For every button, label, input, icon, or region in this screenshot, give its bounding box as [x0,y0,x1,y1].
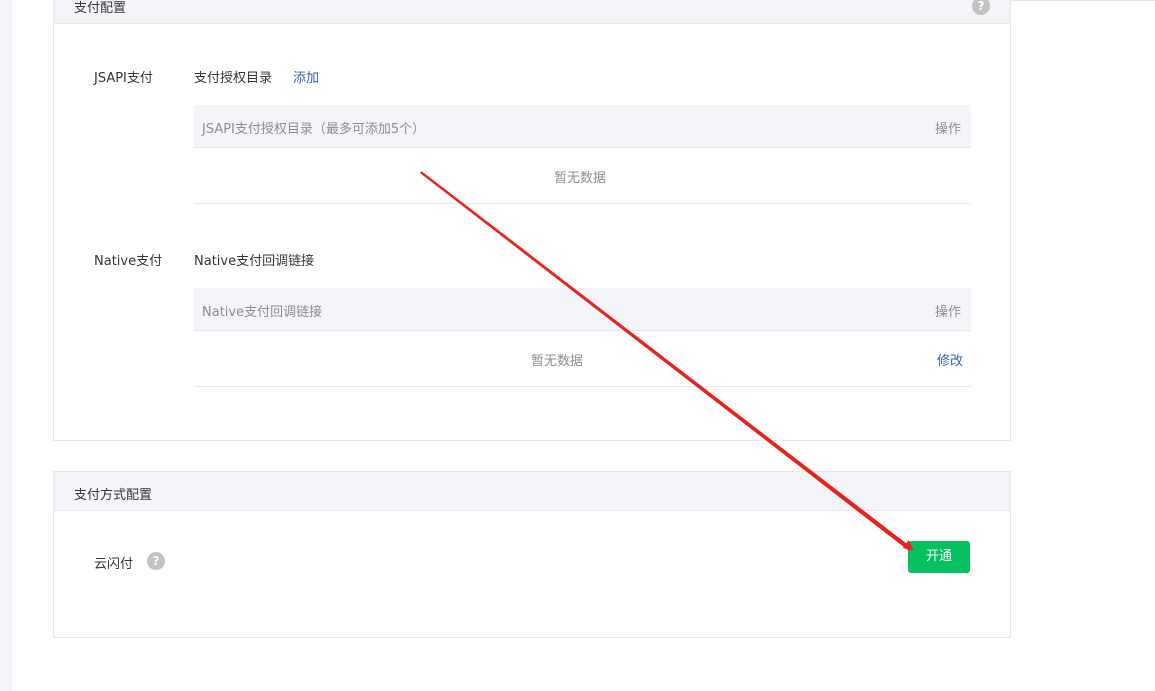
jsapi-table: JSAPI支付授权目录（最多可添加5个） 操作 暂无数据 [194,105,971,204]
jsapi-empty-text: 暂无数据 [554,171,607,186]
payment-method-title: 支付方式配置 [74,488,153,503]
payment-method-panel: 支付方式配置 云闪付 ? 开通 [53,471,1011,638]
payment-config-title: 支付配置 [74,1,127,16]
payment-config-header: 支付配置 ? [54,0,1010,24]
open-yunshanfu-button[interactable]: 开通 [908,541,970,573]
native-empty-text: 暂无数据 [531,354,584,369]
edit-callback-link[interactable]: 修改 [937,350,963,369]
jsapi-empty-row: 暂无数据 [194,148,971,204]
yunshanfu-help-icon[interactable]: ? [147,552,165,570]
payment-method-header: 支付方式配置 [54,472,1010,511]
jsapi-col-main: JSAPI支付授权目录（最多可添加5个） [202,122,426,137]
help-icon[interactable]: ? [972,0,990,15]
native-label: Native支付 [94,254,163,269]
left-gutter [0,0,12,691]
jsapi-col-action: 操作 [934,122,961,137]
native-subtitle: Native支付回调链接 [194,254,315,269]
add-auth-dir-link[interactable]: 添加 [293,67,319,86]
native-table-header: Native支付回调链接 操作 [194,288,971,331]
payment-config-panel: 支付配置 ? JSAPI支付 支付授权目录 添加 JSAPI支付授权目录（最多可… [53,0,1011,441]
native-col-action: 操作 [934,305,961,320]
native-table: Native支付回调链接 操作 暂无数据 修改 [194,288,971,387]
top-divider [1010,0,1155,1]
jsapi-table-header: JSAPI支付授权目录（最多可添加5个） 操作 [194,105,971,148]
jsapi-label: JSAPI支付 [94,71,153,86]
native-table-row: 暂无数据 修改 [194,331,971,387]
yunshanfu-label: 云闪付 [94,557,134,572]
jsapi-subtitle: 支付授权目录 [194,71,273,86]
native-col-main: Native支付回调链接 [202,305,323,320]
